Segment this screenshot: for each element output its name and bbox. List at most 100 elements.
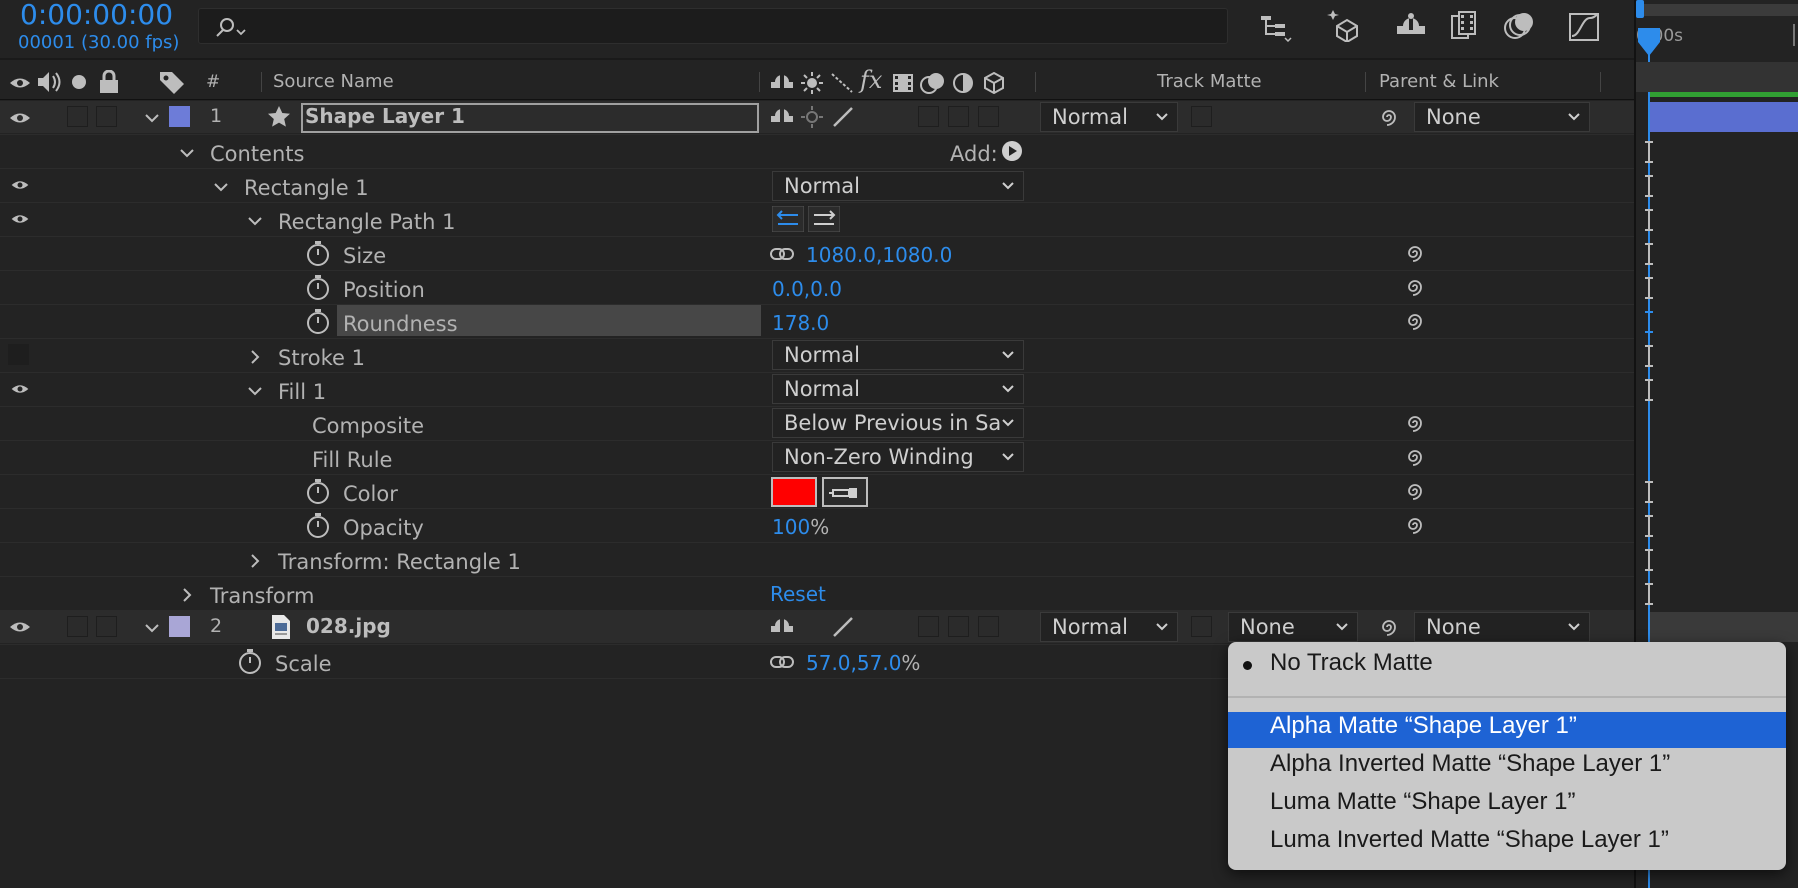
label-color-swatch[interactable] [169,106,190,127]
layer-2-bar[interactable] [1650,612,1798,642]
layer-1-parent-dropdown[interactable]: None [1414,102,1590,132]
keyframe-ibeam-icon[interactable] [1643,276,1655,300]
lock-toggle[interactable] [96,616,117,637]
playhead-icon[interactable] [1636,28,1662,58]
reset-link[interactable]: Reset [770,582,826,606]
spiral-icon[interactable] [1377,105,1401,129]
flowchart-icon[interactable] [1259,12,1293,42]
spiral-icon[interactable] [1403,513,1427,537]
eye-icon[interactable] [10,213,30,225]
link-icon[interactable] [770,246,794,262]
switch-box[interactable] [918,106,939,127]
search-field[interactable] [198,8,1228,44]
keyframe-ibeam-icon[interactable] [1643,480,1655,504]
scale-value[interactable]: 57.0,57.0 [806,651,901,675]
shy-switch-icon[interactable] [770,106,794,128]
path-direction-reverse-icon[interactable] [772,206,804,232]
eye-icon[interactable] [10,383,30,395]
draft-3d-icon[interactable] [1325,8,1361,42]
keyframe-ibeam-icon[interactable] [1643,582,1655,606]
stopwatch-icon[interactable] [306,275,330,301]
path-direction-icon[interactable] [808,206,840,232]
keyframe-ibeam-icon[interactable] [1643,208,1655,232]
stroke-visibility-toggle[interactable] [8,344,29,365]
stroke-1-mode-dropdown[interactable]: Normal [772,340,1024,370]
play-circle-icon[interactable] [1001,140,1023,162]
position-value[interactable]: 0.0,0.0 [772,277,842,301]
layer-2-parent-dropdown[interactable]: None [1414,612,1590,642]
roundness-value[interactable]: 178.0 [772,311,829,335]
keyframe-ibeam-icon[interactable] [1643,548,1655,572]
preserve-transparency-toggle[interactable] [1191,616,1212,637]
spiral-icon[interactable] [1403,445,1427,469]
link-icon[interactable] [770,654,794,670]
layer-name[interactable]: Shape Layer 1 [305,104,465,128]
layer-2-mode-dropdown[interactable]: Normal [1040,612,1178,642]
chevron-right-icon[interactable] [243,345,267,369]
chevron-down-icon[interactable] [209,175,233,199]
spiral-icon[interactable] [1403,275,1427,299]
opacity-value-group[interactable]: 100% [772,515,829,539]
work-area-bar[interactable] [1640,4,1798,16]
chevron-right-icon[interactable] [243,549,267,573]
graph-editor-icon[interactable] [1568,10,1602,42]
eye-icon[interactable] [8,620,32,634]
quality-switch-icon[interactable] [830,104,856,130]
shy-icon[interactable] [1395,12,1427,40]
chevron-down-icon[interactable] [175,141,199,165]
spiral-icon[interactable] [1403,479,1427,503]
switch-box[interactable] [918,616,939,637]
spiral-icon[interactable] [1403,241,1427,265]
col-parent-link[interactable]: Parent & Link [1379,71,1499,92]
chevron-down-icon[interactable] [243,209,267,233]
rectangle-1-mode-dropdown[interactable]: Normal [772,171,1024,201]
layer-1-bar[interactable] [1650,102,1798,132]
switch-box[interactable] [978,616,999,637]
chevron-right-icon[interactable] [175,583,199,607]
work-area-start[interactable] [1636,0,1644,18]
spiral-icon[interactable] [1377,615,1401,639]
preserve-transparency-toggle[interactable] [1191,106,1212,127]
opacity-value[interactable]: 100 [772,515,810,539]
composite-dropdown[interactable]: Below Previous in Sa [772,408,1024,438]
size-value[interactable]: 1080.0,1080.0 [806,243,952,267]
stopwatch-icon[interactable] [306,479,330,505]
fill-1-mode-dropdown[interactable]: Normal [772,374,1024,404]
lock-toggle[interactable] [96,106,117,127]
scale-value-group[interactable]: 57.0,57.0% [806,651,920,675]
solo-toggle[interactable] [67,616,88,637]
track-matte-dropdown[interactable]: None [1228,612,1358,642]
keyframe-ibeam-icon[interactable] [1643,310,1655,334]
menu-item-luma-matte[interactable]: Luma Matte “Shape Layer 1” [1270,788,1576,816]
col-source-name[interactable]: Source Name [273,71,394,92]
menu-item-alpha-inverted-matte[interactable]: Alpha Inverted Matte “Shape Layer 1” [1270,750,1670,778]
motion-blur-icon[interactable] [1503,10,1535,42]
stopwatch-icon[interactable] [306,241,330,267]
switch-box[interactable] [948,106,969,127]
stopwatch-icon[interactable] [306,309,330,335]
menu-item-alpha-matte-label[interactable]: Alpha Matte “Shape Layer 1” [1270,712,1577,740]
keyframe-ibeam-icon[interactable] [1643,242,1655,266]
eyedropper-button[interactable] [822,477,868,507]
keyframe-ibeam-icon[interactable] [1643,140,1655,164]
layer-1-mode-dropdown[interactable]: Normal [1040,102,1178,132]
keyframe-ibeam-icon[interactable] [1643,174,1655,198]
spiral-icon[interactable] [1403,411,1427,435]
layer-name[interactable]: 028.jpg [306,614,391,638]
menu-item-luma-inverted-matte[interactable]: Luma Inverted Matte “Shape Layer 1” [1270,826,1669,854]
col-track-matte[interactable]: Track Matte [1157,71,1262,92]
stopwatch-icon[interactable] [238,649,262,675]
chevron-down-icon[interactable] [140,616,164,640]
quality-switch-icon[interactable] [830,614,856,640]
chevron-down-icon[interactable] [243,379,267,403]
timecode[interactable]: 0:00:00:00 [20,0,173,31]
stopwatch-icon[interactable] [306,513,330,539]
keyframe-ibeam-icon[interactable] [1643,514,1655,538]
collapse-switch-icon[interactable] [801,106,823,128]
label-color-swatch[interactable] [169,616,190,637]
menu-item-no-track-matte[interactable]: No Track Matte [1270,649,1433,677]
solo-toggle[interactable] [67,106,88,127]
switch-box[interactable] [948,616,969,637]
eye-icon[interactable] [10,179,30,191]
eye-icon[interactable] [8,111,32,125]
